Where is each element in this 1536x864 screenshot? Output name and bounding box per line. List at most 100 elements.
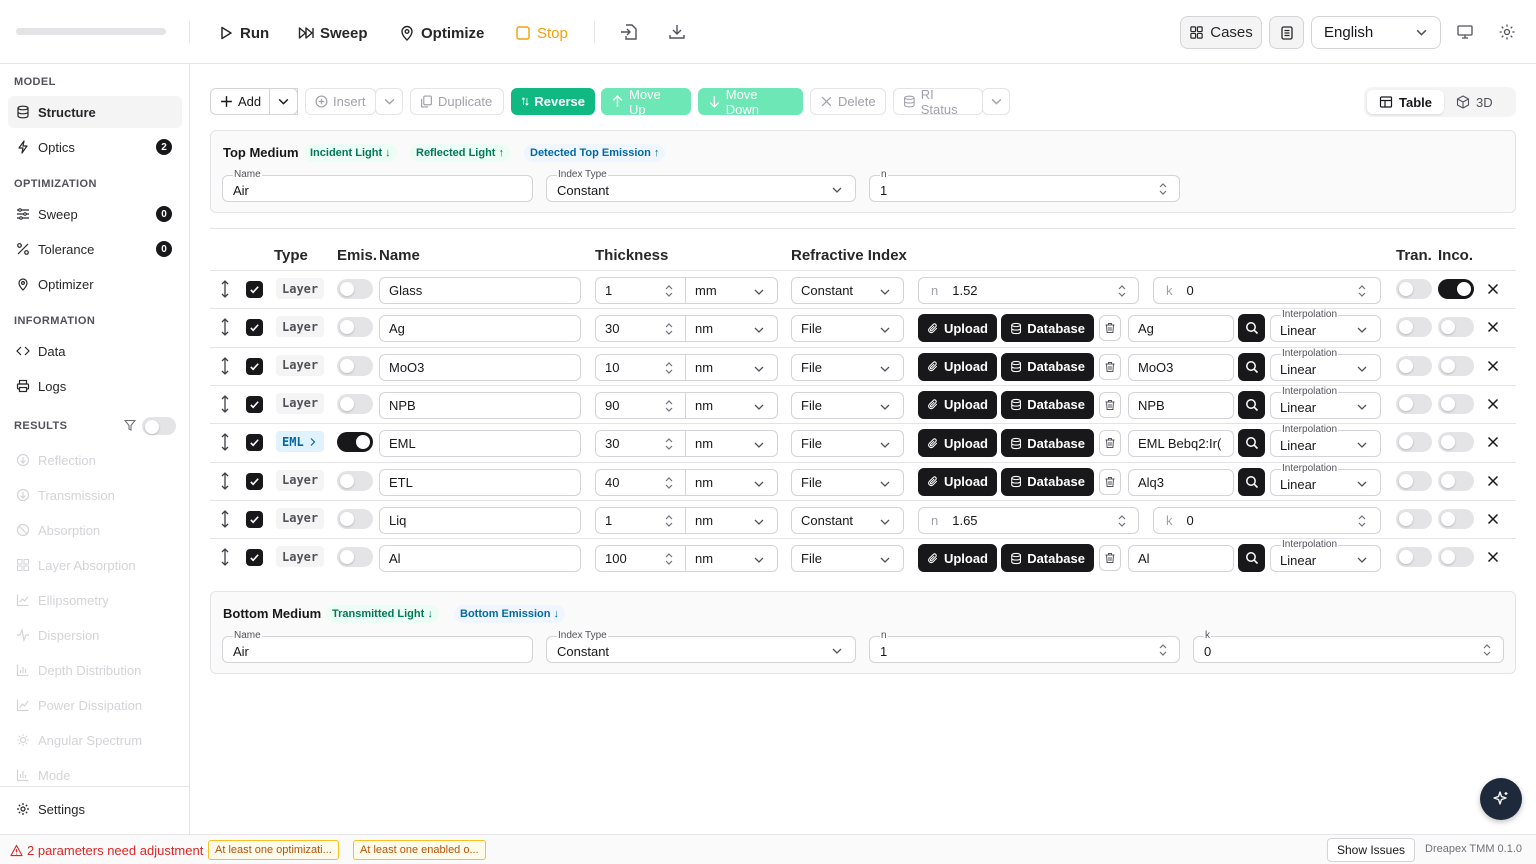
thickness-input[interactable]: 10 bbox=[595, 353, 686, 381]
material-search-button[interactable] bbox=[1238, 429, 1265, 458]
move-down-button[interactable]: Move Down bbox=[698, 87, 803, 117]
remove-layer-icon[interactable] bbox=[1486, 282, 1500, 296]
transmission-toggle[interactable] bbox=[1396, 432, 1432, 453]
index-type-select[interactable]: Constant bbox=[791, 277, 904, 304]
sidebar-item-power-dissipation[interactable]: Power Dissipation bbox=[8, 689, 182, 721]
notes-button[interactable] bbox=[1269, 16, 1304, 49]
sidebar-item-layer-absorption[interactable]: Layer Absorption bbox=[8, 549, 182, 581]
incoherent-toggle[interactable] bbox=[1438, 279, 1474, 299]
upload-button[interactable]: Upload bbox=[918, 352, 997, 381]
add-dropdown-button[interactable] bbox=[269, 88, 298, 115]
layer-type-badge[interactable]: Layer bbox=[276, 278, 325, 299]
transmission-toggle[interactable] bbox=[1396, 470, 1432, 491]
stepper-icon[interactable] bbox=[665, 551, 673, 567]
interpolation-select[interactable]: Interpolation Linear bbox=[1270, 462, 1381, 496]
k-value-input[interactable]: k0 bbox=[1153, 277, 1381, 304]
layer-enabled-checkbox[interactable] bbox=[246, 319, 263, 337]
clear-material-button[interactable] bbox=[1099, 468, 1121, 495]
thickness-input[interactable]: 30 bbox=[595, 430, 686, 458]
issue-chip[interactable]: At least one optimizati... bbox=[208, 840, 339, 860]
remove-layer-icon[interactable] bbox=[1486, 320, 1500, 334]
stepper-icon[interactable] bbox=[1483, 642, 1491, 658]
n-value-input[interactable]: n 1.65 bbox=[918, 506, 1139, 534]
upload-button[interactable]: Upload bbox=[918, 429, 997, 458]
database-button[interactable]: Database bbox=[1001, 429, 1094, 458]
sidebar-item-absorption[interactable]: Absorption bbox=[8, 514, 182, 546]
run-button[interactable]: Run bbox=[218, 20, 269, 46]
thickness-unit-select[interactable]: nm bbox=[685, 506, 778, 534]
remove-layer-icon[interactable] bbox=[1486, 512, 1500, 526]
interpolation-select[interactable]: Interpolation Linear bbox=[1270, 424, 1381, 458]
warning-message[interactable]: 2 parameters need adjustment bbox=[10, 843, 203, 858]
stepper-icon[interactable] bbox=[665, 513, 673, 529]
stepper-icon[interactable] bbox=[665, 436, 673, 452]
thickness-unit-select[interactable]: mm bbox=[685, 277, 778, 304]
remove-layer-icon[interactable] bbox=[1486, 550, 1500, 564]
sidebar-item-optics[interactable]: Optics 2 bbox=[8, 131, 182, 163]
material-name-input[interactable]: EML Bebq2:Ir( bbox=[1128, 430, 1234, 458]
stepper-icon[interactable] bbox=[1159, 642, 1167, 658]
duplicate-button[interactable]: Duplicate bbox=[410, 88, 504, 115]
database-button[interactable]: Database bbox=[1001, 314, 1094, 343]
sidebar-item-tolerance[interactable]: Tolerance 0 bbox=[8, 233, 182, 265]
incoherent-toggle[interactable] bbox=[1438, 508, 1474, 529]
stepper-icon[interactable] bbox=[1118, 283, 1126, 299]
index-type-select[interactable]: File bbox=[791, 545, 904, 573]
sidebar-item-transmission[interactable]: Transmission bbox=[8, 479, 182, 511]
material-name-input[interactable]: Alq3 bbox=[1128, 468, 1234, 496]
ri-status-button[interactable]: RI Status bbox=[893, 87, 983, 117]
insert-button[interactable]: Insert bbox=[305, 88, 376, 115]
database-button[interactable]: Database bbox=[1001, 352, 1094, 381]
material-name-input[interactable]: NPB bbox=[1128, 391, 1234, 419]
ai-assistant-button[interactable] bbox=[1480, 778, 1522, 820]
layer-type-badge[interactable]: Layer bbox=[276, 354, 325, 376]
layer-enabled-checkbox[interactable] bbox=[246, 357, 263, 375]
layer-name-input[interactable]: Ag bbox=[379, 315, 581, 343]
bottom-medium-name-field[interactable]: Name Air bbox=[222, 630, 533, 663]
emission-toggle[interactable] bbox=[337, 432, 373, 453]
upload-button[interactable]: Upload bbox=[918, 467, 997, 496]
layer-type-badge[interactable]: Layer bbox=[276, 507, 325, 529]
material-search-button[interactable] bbox=[1238, 390, 1265, 419]
drag-handle-icon[interactable] bbox=[220, 433, 230, 452]
sidebar-item-logs[interactable]: Logs bbox=[8, 370, 182, 402]
layer-type-badge[interactable]: Layer bbox=[276, 392, 325, 414]
emission-toggle[interactable] bbox=[337, 508, 373, 529]
incoherent-toggle[interactable] bbox=[1438, 317, 1474, 338]
monitor-icon[interactable] bbox=[1456, 23, 1474, 41]
remove-layer-icon[interactable] bbox=[1486, 474, 1500, 488]
layer-type-badge[interactable]: Layer bbox=[276, 469, 325, 491]
stepper-icon[interactable] bbox=[1159, 181, 1167, 197]
material-search-button[interactable] bbox=[1238, 314, 1265, 343]
clear-material-button[interactable] bbox=[1099, 353, 1121, 380]
sidebar-item-angular-spectrum[interactable]: Angular Spectrum bbox=[8, 724, 182, 756]
download-icon[interactable] bbox=[667, 22, 687, 42]
transmission-toggle[interactable] bbox=[1396, 355, 1432, 376]
thickness-unit-select[interactable]: nm bbox=[685, 391, 778, 419]
layer-name-input[interactable]: EML bbox=[379, 430, 581, 458]
drag-handle-icon[interactable] bbox=[220, 318, 230, 337]
stepper-icon[interactable] bbox=[1358, 513, 1366, 529]
stepper-icon[interactable] bbox=[1118, 513, 1126, 529]
import-file-icon[interactable] bbox=[619, 22, 639, 42]
top-medium-name-field[interactable]: Name Air bbox=[222, 169, 533, 202]
sweep-button[interactable]: Sweep bbox=[298, 20, 368, 46]
layer-name-input[interactable]: Al bbox=[379, 545, 581, 573]
remove-layer-icon[interactable] bbox=[1486, 397, 1500, 411]
layer-name-input[interactable]: MoO3 bbox=[379, 353, 581, 381]
3d-view-tab[interactable]: 3D bbox=[1444, 90, 1505, 114]
sidebar-item-data[interactable]: Data bbox=[8, 335, 182, 367]
n-value-input[interactable]: n 1.52 bbox=[918, 277, 1139, 304]
thickness-unit-select[interactable]: nm bbox=[685, 468, 778, 496]
incoherent-toggle[interactable] bbox=[1438, 547, 1474, 568]
thickness-input[interactable]: 90 bbox=[595, 391, 686, 419]
stepper-icon[interactable] bbox=[665, 475, 673, 491]
thickness-input[interactable]: 40 bbox=[595, 468, 686, 496]
emission-toggle[interactable] bbox=[337, 547, 373, 568]
layer-enabled-checkbox[interactable] bbox=[246, 281, 263, 298]
incoherent-toggle[interactable] bbox=[1438, 393, 1474, 414]
sidebar-item-optimizer[interactable]: Optimizer bbox=[8, 268, 182, 300]
database-button[interactable]: Database bbox=[1001, 467, 1094, 496]
interpolation-select[interactable]: Interpolation Linear bbox=[1270, 309, 1381, 343]
emission-toggle[interactable] bbox=[337, 470, 373, 491]
